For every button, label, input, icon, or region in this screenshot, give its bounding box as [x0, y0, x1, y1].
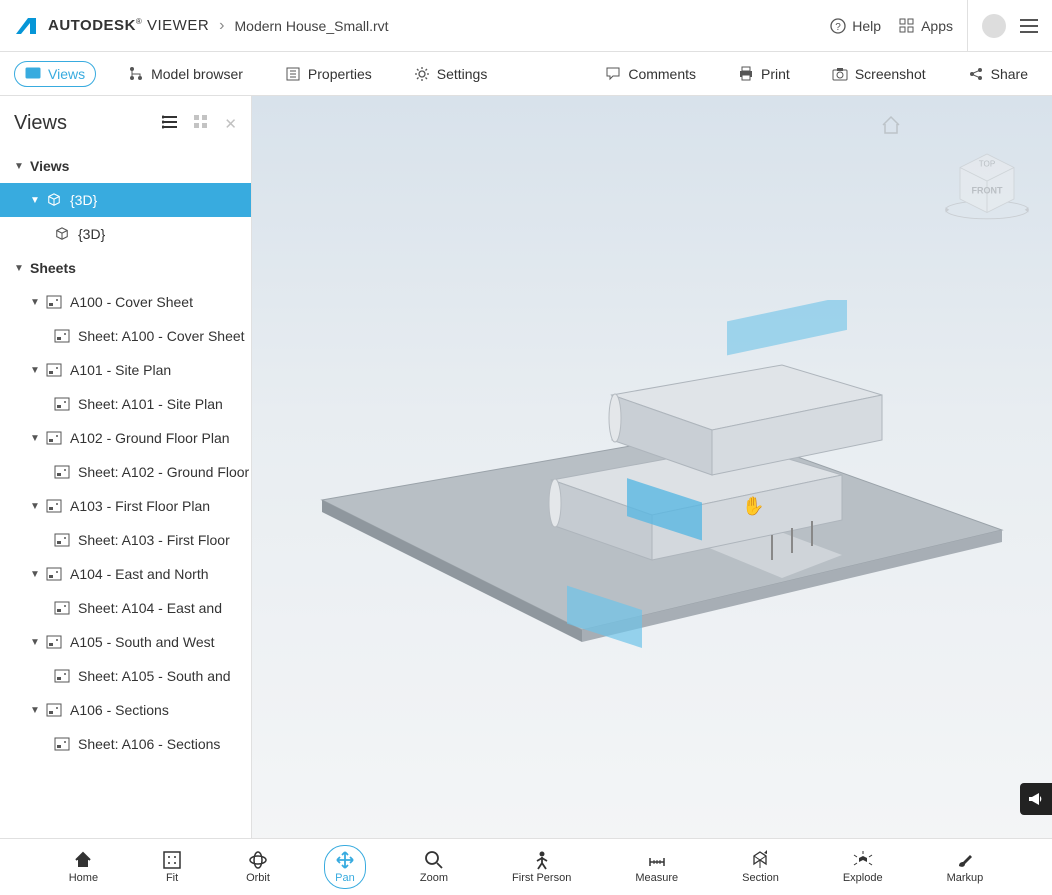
close-panel-icon[interactable]: ✕ [224, 115, 237, 133]
views-tree: ▼Views ▼ {3D} {3D} ▼Sheets ▼A100 - Cover… [0, 149, 251, 895]
autodesk-logo-icon [14, 14, 38, 38]
print-icon [738, 66, 754, 82]
tab-views[interactable]: Views [14, 61, 96, 87]
user-avatar[interactable] [982, 14, 1006, 38]
tree-group-views[interactable]: ▼Views [0, 149, 251, 183]
ruler-icon [647, 850, 667, 870]
comments-button[interactable]: Comments [595, 62, 706, 86]
dock-measure[interactable]: Measure [625, 846, 688, 888]
orbit-icon [248, 850, 268, 870]
explode-icon [853, 850, 873, 870]
tab-settings[interactable]: Settings [404, 62, 498, 86]
filename-label: Modern House_Small.rvt [235, 18, 389, 34]
dock-markup[interactable]: Markup [937, 846, 994, 888]
app-header: AUTODESK® VIEWER › Modern House_Small.rv… [0, 0, 1052, 52]
secondary-toolbar: Views Model browser Properties Settings … [0, 52, 1052, 96]
monitor-icon [25, 66, 41, 82]
bottom-dock: Home Fit Orbit Pan Zoom First Person Mea… [0, 839, 1052, 895]
3d-viewport[interactable]: TOP FRONT [252, 96, 1052, 895]
sheet-icon [46, 567, 62, 581]
sheet-icon [46, 499, 62, 513]
dock-orbit[interactable]: Orbit [236, 846, 280, 888]
dock-home[interactable]: Home [59, 846, 108, 888]
help-button[interactable]: ? Help [830, 18, 881, 34]
apps-button[interactable]: Apps [899, 18, 953, 34]
gear-icon [414, 66, 430, 82]
dock-pan[interactable]: Pan [324, 845, 366, 889]
dock-zoom[interactable]: Zoom [410, 846, 458, 888]
cube-icon [54, 227, 70, 241]
grid-view-icon[interactable] [194, 115, 208, 133]
share-icon [968, 66, 984, 82]
list-view-icon[interactable] [162, 114, 178, 134]
tree-sheet-item[interactable]: Sheet: A105 - South and [0, 659, 251, 693]
sheet-icon [46, 635, 62, 649]
zoom-icon [424, 850, 444, 870]
sheet-icon [46, 431, 62, 445]
tree-sheet-item[interactable]: Sheet: A103 - First Floor [0, 523, 251, 557]
sheet-icon [46, 363, 62, 377]
tree-sheet-item[interactable]: Sheet: A104 - East and [0, 591, 251, 625]
print-button[interactable]: Print [728, 62, 800, 86]
section-icon [750, 850, 770, 870]
panel-title: Views [14, 112, 162, 135]
sheet-icon [54, 533, 70, 547]
sheet-icon [46, 703, 62, 717]
tree-sheet-group[interactable]: ▼A106 - Sections [0, 693, 251, 727]
apps-grid-icon [899, 18, 915, 34]
sheet-icon [54, 329, 70, 343]
brush-icon [955, 850, 975, 870]
tree-sheet-item[interactable]: Sheet: A102 - Ground Floor [0, 455, 251, 489]
menu-button[interactable] [1020, 19, 1038, 33]
sheet-icon [54, 737, 70, 751]
viewcube[interactable]: TOP FRONT [942, 136, 1032, 226]
sheet-icon [46, 295, 62, 309]
tab-properties[interactable]: Properties [275, 62, 382, 86]
dock-fit[interactable]: Fit [152, 846, 192, 888]
tree-sheet-group[interactable]: ▼A105 - South and West [0, 625, 251, 659]
tree-sheet-group[interactable]: ▼A103 - First Floor Plan [0, 489, 251, 523]
person-icon [532, 850, 552, 870]
sheet-icon [54, 669, 70, 683]
svg-text:FRONT: FRONT [972, 186, 1003, 196]
tree-sheet-item[interactable]: Sheet: A100 - Cover Sheet [0, 319, 251, 353]
dock-explode[interactable]: Explode [833, 846, 893, 888]
megaphone-icon [1027, 790, 1045, 808]
tree-sheet-group[interactable]: ▼A101 - Site Plan [0, 353, 251, 387]
dock-first-person[interactable]: First Person [502, 846, 581, 888]
home-3d-icon[interactable] [880, 114, 902, 136]
tree-sheet-group[interactable]: ▼A100 - Cover Sheet [0, 285, 251, 319]
tab-model-browser[interactable]: Model browser [118, 62, 253, 86]
tree-sheet-item[interactable]: Sheet: A101 - Site Plan [0, 387, 251, 421]
help-icon: ? [830, 18, 846, 34]
tree-sheet-group[interactable]: ▼A102 - Ground Floor Plan [0, 421, 251, 455]
tree-sheet-item[interactable]: Sheet: A106 - Sections [0, 727, 251, 761]
fit-icon [162, 850, 182, 870]
sheet-icon [54, 601, 70, 615]
home-icon [73, 850, 93, 870]
properties-icon [285, 66, 301, 82]
svg-text:TOP: TOP [979, 160, 995, 169]
brand-label: AUTODESK® VIEWER [48, 17, 209, 34]
dock-section[interactable]: Section [732, 846, 789, 888]
tree-group-sheets[interactable]: ▼Sheets [0, 251, 251, 285]
svg-text:?: ? [836, 22, 842, 33]
views-panel: Views ✕ ▼Views ▼ {3D} {3D} ▼Sheets [0, 96, 252, 895]
sheet-icon [54, 465, 70, 479]
tree-item-3d-child[interactable]: {3D} [0, 217, 251, 251]
cube-icon [46, 193, 62, 207]
share-button[interactable]: Share [958, 62, 1038, 86]
feedback-tab[interactable] [1020, 783, 1052, 815]
tree-item-3d[interactable]: ▼ {3D} [0, 183, 251, 217]
tree-icon [128, 66, 144, 82]
3d-model[interactable] [282, 300, 1022, 660]
comment-icon [605, 66, 621, 82]
sheet-icon [54, 397, 70, 411]
pan-icon [335, 850, 355, 870]
breadcrumb-separator-icon: › [219, 17, 224, 35]
camera-icon [832, 66, 848, 82]
screenshot-button[interactable]: Screenshot [822, 62, 936, 86]
tree-sheet-group[interactable]: ▼A104 - East and North [0, 557, 251, 591]
